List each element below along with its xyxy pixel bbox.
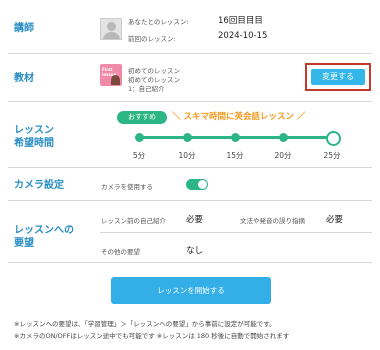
slider-stop-5[interactable] [134,133,144,142]
divider [8,200,372,201]
your-lessons-value: 16回目目目 [218,16,263,26]
teacher-avatar-icon [100,18,122,40]
camera-toggle-label: カメラを使用する [101,183,153,191]
change-button-highlight: 変更する [305,63,371,91]
promo-text: ＼ スキマ時間に英会話レッスン ／ [172,112,306,122]
note-line-2: ※カメラのON/OFFはレッスン途中でも可能です ※レッスンは 180 秒後に自… [14,332,290,340]
slider-stop-10[interactable] [182,133,192,142]
self-intro-value: 必要 [186,215,204,225]
correction-label: 文法や発音の誤り指摘 [240,217,305,225]
requests-section-label: レッスンへの 要望 [14,224,74,250]
tick-label: 25分 [323,151,341,160]
note-line-1: ※レッスンへの要望は、「学習管理」＞「レッスンへの要望」から事前に設定が可能です… [14,320,276,328]
requests-label-line-1: レッスンへの [14,225,74,236]
divider [8,101,372,102]
divider [100,232,372,233]
teacher-section-label: 講師 [14,23,34,34]
camera-section-label: カメラ設定 [14,180,64,191]
slider-stop-15[interactable] [230,133,240,142]
requests-label-line-2: 要望 [14,238,34,249]
previous-lesson-label: 前回のレッスン: [128,35,176,43]
slider-stop-20[interactable] [278,133,288,142]
change-material-button[interactable]: 変更する [311,69,365,85]
other-request-label: その他の要望 [101,248,140,256]
divider [8,262,372,263]
other-request-value: なし [186,246,204,256]
material-section-label: 教材 [14,73,34,84]
toggle-knob [198,180,207,189]
tick-label: 15分 [226,151,244,160]
recommended-badge: おすすめ [117,111,167,124]
divider [8,53,372,54]
duration-label-line-2: 希望時間 [14,138,54,149]
slider-stop-25-selected[interactable] [325,131,341,146]
tick-label: 5分 [132,151,146,160]
start-lesson-button[interactable]: レッスンを開始する [111,277,271,304]
duration-section-label: レッスン 希望時間 [14,124,54,150]
previous-lesson-value: 2024-10-15 [218,31,268,41]
tick-label: 20分 [274,151,292,160]
material-line-3: 1：自己紹介 [128,85,165,93]
camera-toggle[interactable] [186,179,208,190]
duration-label-line-1: レッスン [14,125,54,136]
correction-value: 必要 [326,215,344,225]
tick-label: 10分 [178,151,196,160]
your-lessons-label: あなたとのレッスン: [128,18,189,26]
self-intro-label: レッスン前の自己紹介 [101,217,166,225]
divider [8,167,372,168]
material-thumbnail: First lesson [100,64,122,86]
